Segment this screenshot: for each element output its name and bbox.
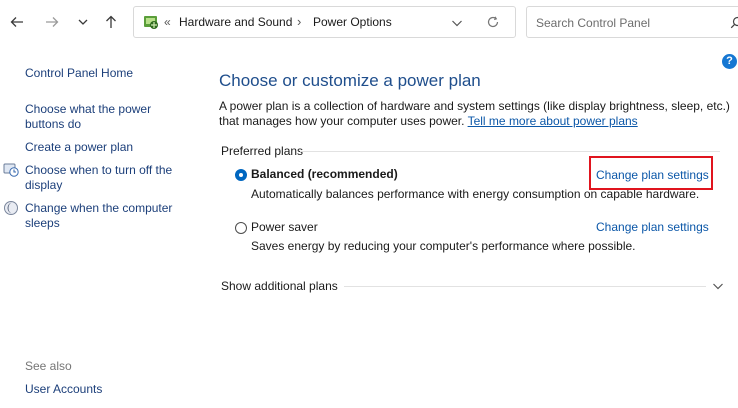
page-title: Choose or customize a power plan: [219, 71, 481, 90]
chevron-down-icon: [713, 283, 723, 290]
sidebar-item-create-power-plan[interactable]: Create a power plan: [25, 140, 133, 155]
control-panel-icon: [142, 13, 160, 34]
address-dropdown-button[interactable]: [451, 17, 463, 31]
arrow-up-icon: [106, 15, 116, 28]
preferred-plans-label: Preferred plans: [221, 144, 304, 158]
breadcrumb-power-options[interactable]: Power Options: [313, 15, 392, 29]
sidebar-item-power-buttons[interactable]: Choose what the power buttons do: [25, 102, 151, 132]
sidebar-item-label: Choose when to turn off the: [25, 163, 173, 177]
forward-button[interactable]: [43, 11, 61, 33]
back-button[interactable]: [8, 11, 26, 33]
balanced-radio[interactable]: [235, 169, 247, 181]
sidebar-item-turn-off-display[interactable]: Choose when to turn off the display: [25, 163, 172, 193]
plan-description-power-saver: Saves energy by reducing your computer's…: [251, 239, 636, 253]
sidebar-item-label: buttons do: [25, 117, 82, 131]
sidebar-item-label: Create a power plan: [25, 140, 134, 154]
sidebar-item-control-panel-home[interactable]: Control Panel Home: [25, 66, 133, 81]
moon-sleep-icon: [3, 200, 19, 219]
sidebar-item-computer-sleeps[interactable]: Change when the computer sleeps: [25, 201, 172, 231]
expand-additional-plans-button[interactable]: [712, 280, 724, 294]
arrow-left-icon: [10, 17, 23, 27]
see-also-heading: See also: [25, 359, 72, 373]
search-icon: [730, 16, 738, 32]
display-timer-icon: [3, 162, 19, 181]
arrow-right-icon: [46, 17, 59, 27]
plan-name-power-saver[interactable]: Power saver: [251, 220, 318, 234]
chevron-down-icon: [78, 19, 88, 25]
change-plan-settings-power-saver-link[interactable]: Change plan settings: [596, 220, 709, 234]
help-button[interactable]: ?: [722, 54, 737, 69]
refresh-icon: [487, 16, 499, 28]
refresh-button[interactable]: [486, 15, 500, 32]
search-input[interactable]: Search Control Panel: [526, 6, 738, 38]
sidebar-item-label: sleeps: [25, 216, 60, 230]
plan-name-balanced[interactable]: Balanced (recommended): [251, 167, 398, 181]
sidebar-item-label: Change when the computer: [25, 201, 173, 215]
show-additional-plans-toggle[interactable]: Show additional plans: [221, 279, 338, 293]
highlight-box: [589, 156, 713, 190]
page-description: A power plan is a collection of hardware…: [219, 99, 738, 129]
breadcrumb-separator[interactable]: ›: [297, 14, 301, 29]
up-button[interactable]: [102, 11, 120, 33]
sidebar-link-user-accounts[interactable]: User Accounts: [25, 382, 102, 397]
sidebar-item-label: Choose what the power: [25, 102, 152, 116]
description-line: A power plan is a collection of hardware…: [219, 99, 730, 113]
breadcrumb-hardware-and-sound[interactable]: Hardware and Sound: [179, 15, 292, 29]
recent-locations-button[interactable]: [74, 11, 92, 33]
breadcrumb-overflow[interactable]: «: [164, 15, 171, 29]
group-divider: [300, 151, 720, 152]
search-placeholder: Search Control Panel: [536, 16, 651, 30]
description-text: that manages how your computer uses powe…: [219, 114, 465, 128]
address-bar[interactable]: « Hardware and Sound › Power Options: [133, 6, 516, 38]
chevron-down-icon: [452, 20, 462, 27]
help-icon: ?: [726, 55, 733, 67]
tell-me-more-link[interactable]: Tell me more about power plans: [468, 114, 638, 128]
additional-plans-divider: [344, 286, 706, 287]
sidebar-item-label: display: [25, 178, 63, 192]
power-saver-radio[interactable]: [235, 222, 247, 234]
description-line-2: that manages how your computer uses powe…: [219, 114, 738, 129]
